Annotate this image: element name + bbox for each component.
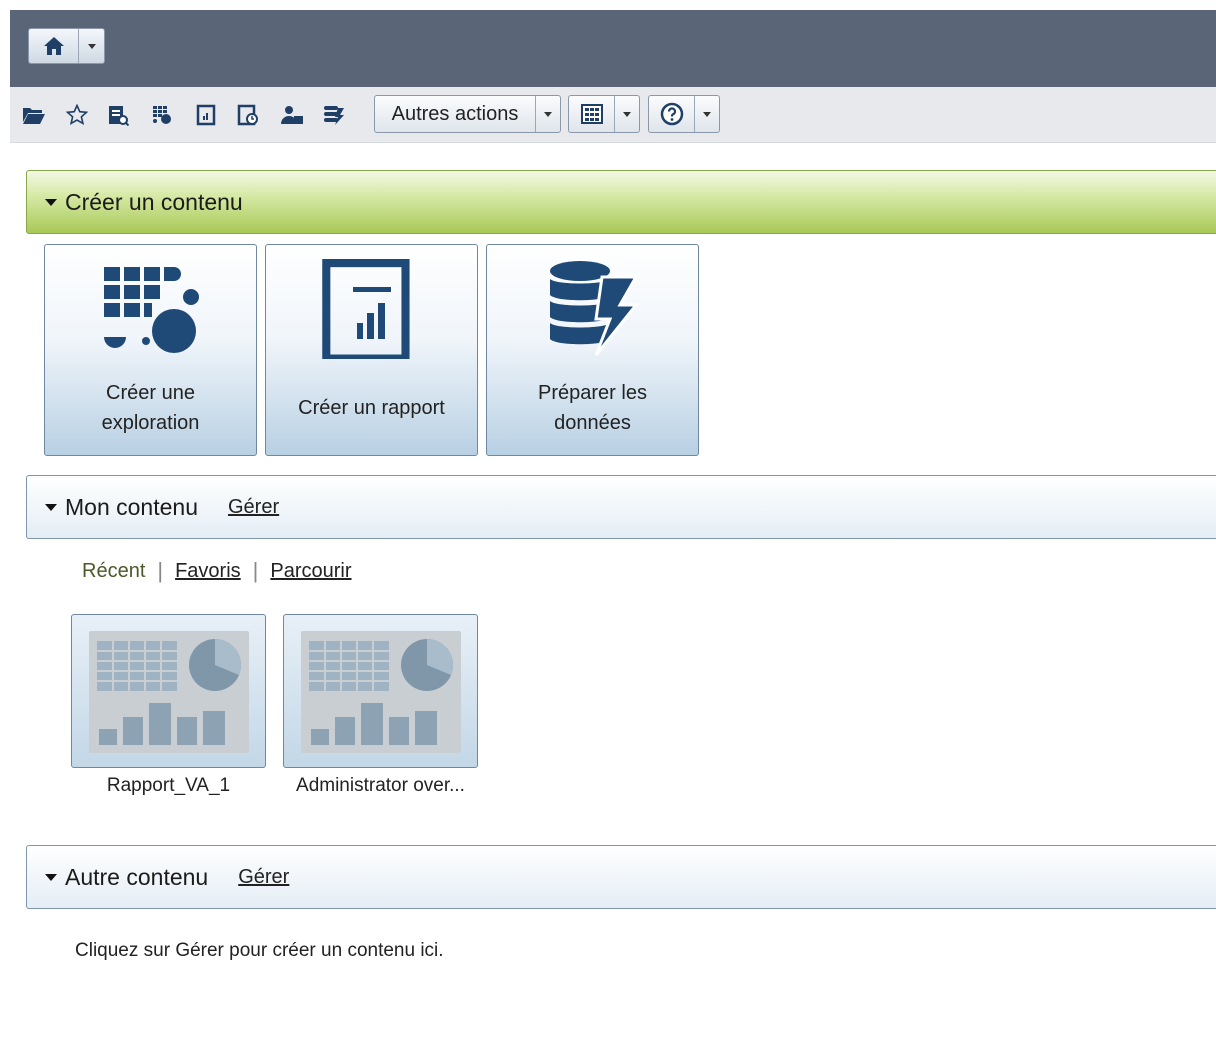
- home-dropdown-arrow[interactable]: [79, 29, 104, 63]
- help-dropdown[interactable]: [648, 95, 720, 133]
- report-name[interactable]: Rapport_VA_1: [61, 775, 276, 797]
- tile-label: Créer une exploration: [101, 382, 200, 434]
- chevron-down-icon[interactable]: [536, 96, 560, 132]
- report-preview-icon: [301, 631, 461, 753]
- explorer-icon[interactable]: [150, 103, 174, 127]
- grid-view-icon[interactable]: [569, 96, 615, 132]
- create-exploration-tile[interactable]: Créer une exploration: [44, 244, 257, 456]
- tile-label: Préparer les données: [538, 382, 647, 434]
- tile-label: Créer un rapport: [298, 397, 445, 419]
- view-mode-dropdown[interactable]: [568, 95, 640, 133]
- report-preview-icon: [89, 631, 249, 753]
- section-title: Créer un contenu: [65, 188, 243, 215]
- manage-link[interactable]: Gérer: [238, 866, 289, 889]
- report-icon[interactable]: [194, 103, 218, 127]
- divider: |: [157, 558, 164, 583]
- chevron-down-icon[interactable]: [695, 96, 719, 132]
- report-name[interactable]: Administrator over...: [273, 775, 488, 797]
- folder-open-icon[interactable]: [22, 103, 46, 127]
- empty-content-message: Cliquez sur Gérer pour créer un contenu …: [75, 940, 444, 961]
- tab-favorites[interactable]: Favoris: [175, 560, 241, 583]
- toolbar: Autres actions: [10, 87, 1216, 143]
- tab-recent[interactable]: Récent: [82, 560, 145, 583]
- home-icon[interactable]: [29, 29, 79, 63]
- section-title: Autre contenu: [65, 863, 209, 890]
- report-thumbnail[interactable]: [71, 614, 266, 768]
- my-content-section-header[interactable]: Mon contenu Gérer: [26, 475, 1216, 539]
- more-actions-label[interactable]: Autres actions: [375, 96, 536, 132]
- schedule-icon[interactable]: [236, 103, 260, 127]
- data-preparation-icon: [487, 259, 698, 369]
- star-icon[interactable]: [65, 103, 89, 127]
- manage-link[interactable]: Gérer: [228, 496, 279, 519]
- report-view-icon[interactable]: [106, 103, 130, 127]
- help-icon[interactable]: [649, 96, 695, 132]
- section-title: Mon contenu: [65, 493, 198, 520]
- prepare-data-tile[interactable]: Préparer les données: [486, 244, 699, 456]
- home-menu-button[interactable]: [28, 28, 105, 64]
- divider: |: [252, 558, 259, 583]
- collapse-triangle-icon[interactable]: [45, 503, 57, 511]
- collapse-triangle-icon[interactable]: [45, 198, 57, 206]
- collapse-triangle-icon[interactable]: [45, 873, 57, 881]
- top-header: [10, 10, 1216, 87]
- explorer-icon: [45, 259, 256, 369]
- report-icon: [266, 259, 477, 369]
- app-window: Autres actions Créer un contenu Créer un…: [10, 10, 1216, 1044]
- report-thumbnail[interactable]: [283, 614, 478, 768]
- more-actions-dropdown[interactable]: Autres actions: [374, 95, 561, 133]
- content-subtabs: Récent | Favoris | Parcourir: [82, 558, 352, 584]
- other-content-section-header[interactable]: Autre contenu Gérer: [26, 845, 1216, 909]
- create-report-tile[interactable]: Créer un rapport: [265, 244, 478, 456]
- users-icon[interactable]: [280, 103, 304, 127]
- data-icon[interactable]: [322, 103, 346, 127]
- chevron-down-icon[interactable]: [615, 96, 639, 132]
- tab-browse[interactable]: Parcourir: [270, 560, 351, 583]
- create-content-section-header[interactable]: Créer un contenu: [26, 170, 1216, 234]
